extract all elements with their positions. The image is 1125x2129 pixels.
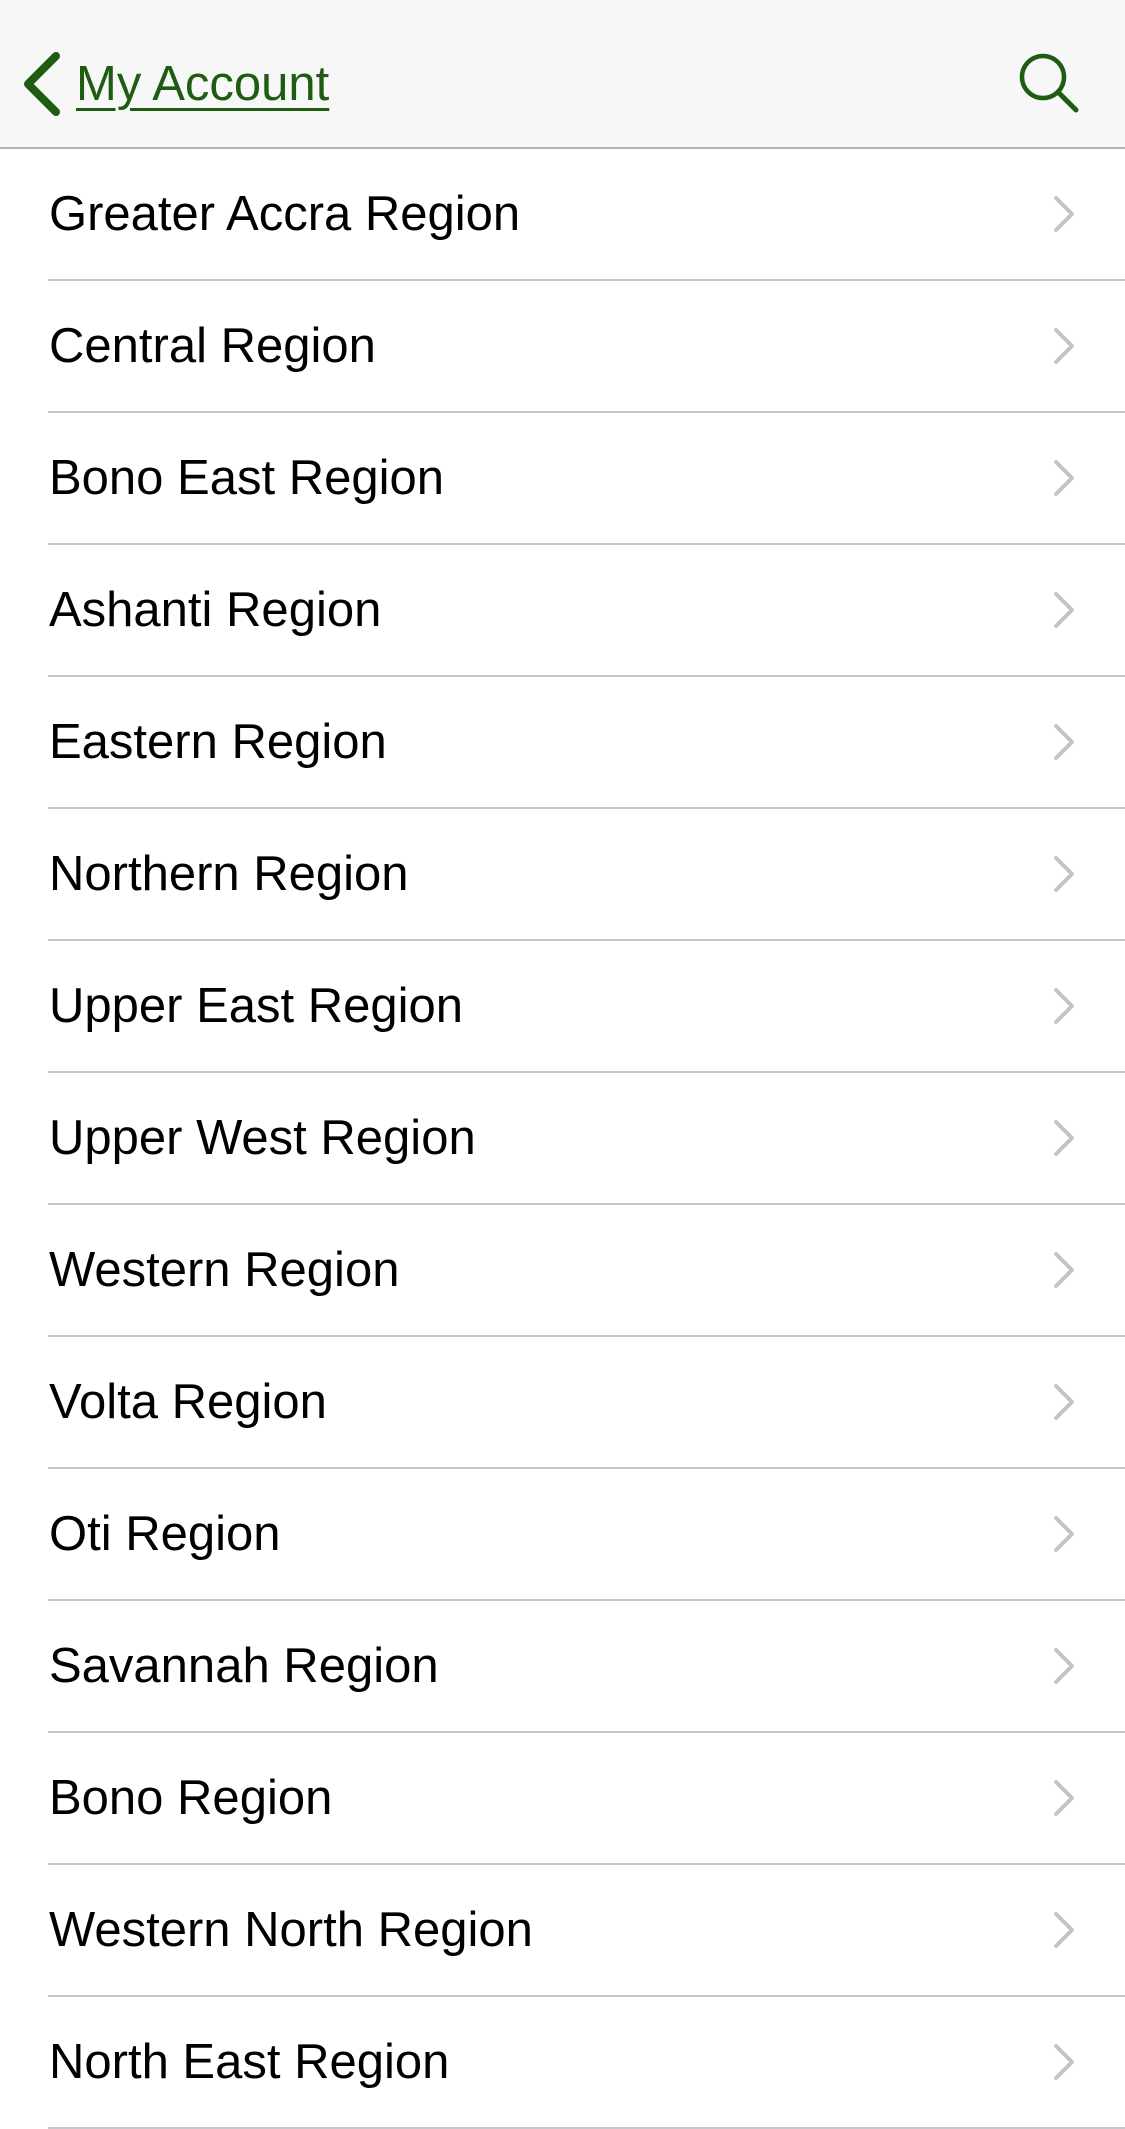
chevron-right-icon [1052,1514,1076,1554]
list-item-label: Bono Region [49,1771,333,1825]
back-button[interactable]: My Account [20,44,329,124]
list-item-north-east-region[interactable]: North East Region [0,1997,1125,2129]
chevron-right-icon [1052,1250,1076,1290]
list-item-volta-region[interactable]: Volta Region [0,1337,1125,1469]
region-list: Greater Accra Region Central Region Bono… [0,149,1125,2129]
list-item-label: Volta Region [49,1375,327,1429]
list-item-label: Bono East Region [49,451,444,505]
list-item-label: Western North Region [49,1903,533,1957]
list-item-bono-region[interactable]: Bono Region [0,1733,1125,1865]
chevron-right-icon [1052,590,1076,630]
list-item-label: Central Region [49,319,376,373]
list-item-western-north-region[interactable]: Western North Region [0,1865,1125,1997]
chevron-right-icon [1052,986,1076,1026]
chevron-right-icon [1052,458,1076,498]
list-item-bono-east-region[interactable]: Bono East Region [0,413,1125,545]
list-item-northern-region[interactable]: Northern Region [0,809,1125,941]
list-item-savannah-region[interactable]: Savannah Region [0,1601,1125,1733]
back-button-label: My Account [76,56,330,111]
list-item-label: Northern Region [49,847,409,901]
chevron-right-icon [1052,2042,1076,2082]
list-item-label: North East Region [49,2035,450,2089]
chevron-right-icon [1052,1118,1076,1158]
list-item-central-region[interactable]: Central Region [0,281,1125,413]
list-item-label: Greater Accra Region [49,187,521,241]
chevron-right-icon [1052,1646,1076,1686]
list-item-western-region[interactable]: Western Region [0,1205,1125,1337]
navigation-bar: My Account [0,0,1125,149]
chevron-right-icon [1052,1778,1076,1818]
chevron-right-icon [1052,194,1076,234]
list-item-label: Ashanti Region [49,583,382,637]
list-item-label: Upper East Region [49,979,464,1033]
list-item-upper-west-region[interactable]: Upper West Region [0,1073,1125,1205]
chevron-right-icon [1052,1910,1076,1950]
list-item-label: Eastern Region [49,715,387,769]
search-icon [1019,53,1079,113]
list-item-upper-east-region[interactable]: Upper East Region [0,941,1125,1073]
list-item-label: Western Region [49,1243,400,1297]
search-button[interactable] [1016,50,1082,116]
chevron-right-icon [1052,1382,1076,1422]
chevron-right-icon [1052,854,1076,894]
list-item-eastern-region[interactable]: Eastern Region [0,677,1125,809]
list-item-label: Savannah Region [49,1639,439,1693]
list-item-ashanti-region[interactable]: Ashanti Region [0,545,1125,677]
list-item-greater-accra-region[interactable]: Greater Accra Region [0,149,1125,281]
list-item-oti-region[interactable]: Oti Region [0,1469,1125,1601]
chevron-right-icon [1052,722,1076,762]
chevron-right-icon [1052,326,1076,366]
chevron-left-icon [24,52,60,116]
list-item-label: Upper West Region [49,1111,476,1165]
list-item-label: Oti Region [49,1507,281,1561]
